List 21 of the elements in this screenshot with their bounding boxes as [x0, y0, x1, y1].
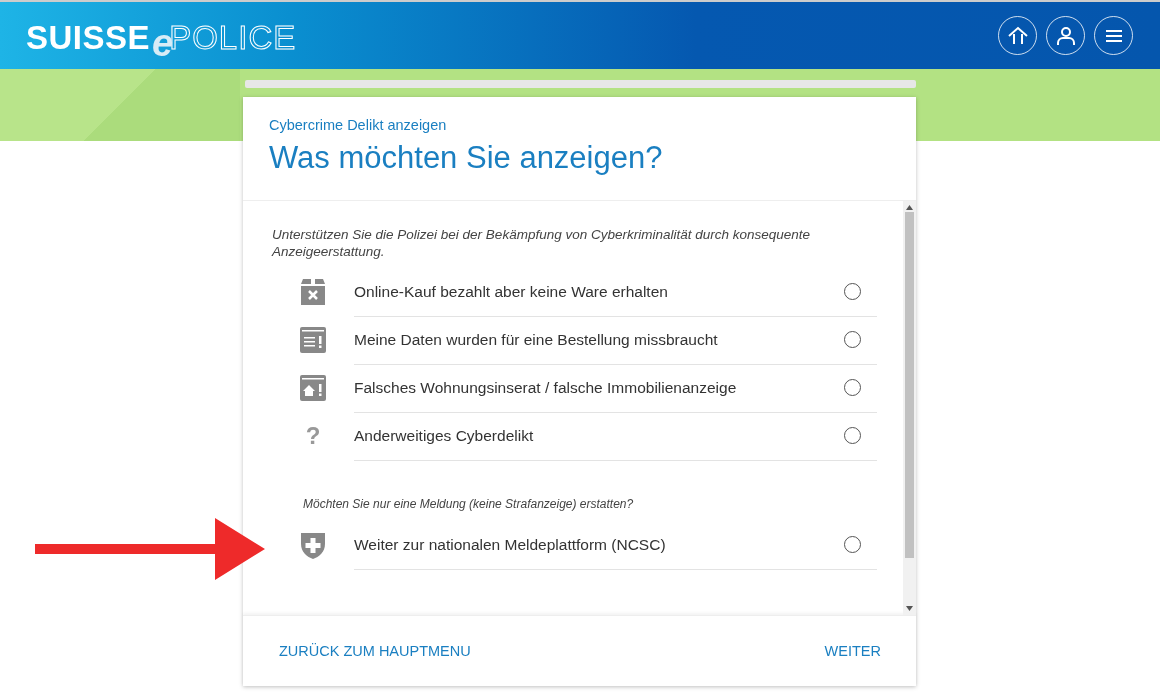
page-title: Was möchten Sie anzeigen? — [269, 140, 664, 176]
prompt-text: Unterstützen Sie die Polizei bei der Bekämpfung von Cyberkriminalität durch konsequente Anzeigeerstattung. — [272, 226, 812, 260]
option-label[interactable]: Anderweitiges Cyberdelikt — [354, 426, 844, 445]
scroll-up-icon[interactable] — [906, 205, 913, 210]
shield-cross-icon — [300, 530, 326, 560]
next-link[interactable]: WEITER — [824, 643, 881, 659]
box-x-icon — [300, 278, 326, 306]
window-alert-icon — [299, 326, 327, 354]
option-label[interactable]: Online-Kauf bezahlt aber keine Ware erhalten — [354, 282, 844, 301]
breadcrumb: Cybercrime Delikt anzeigen — [269, 117, 448, 133]
scroll-down-icon[interactable] — [906, 606, 913, 611]
prompt-text: Möchten Sie nur eine Meldung (keine Strafanzeige) erstatten? — [303, 496, 635, 513]
scrollbar[interactable] — [903, 201, 916, 615]
house-alert-icon — [299, 374, 327, 402]
option-label[interactable]: Falsches Wohnungsinserat / falsche Immobilienanzeige — [354, 378, 844, 397]
option-label[interactable]: Meine Daten wurden für eine Bestellung missbraucht — [354, 330, 844, 349]
home-icon — [1006, 24, 1029, 47]
user-icon — [1054, 24, 1077, 47]
back-link[interactable]: ZURÜCK ZUM HAUPTMENU — [279, 643, 471, 659]
question-icon: ? — [305, 422, 321, 450]
option-label[interactable]: Weiter zur nationalen Meldeplattform (NCSC) — [354, 535, 844, 554]
